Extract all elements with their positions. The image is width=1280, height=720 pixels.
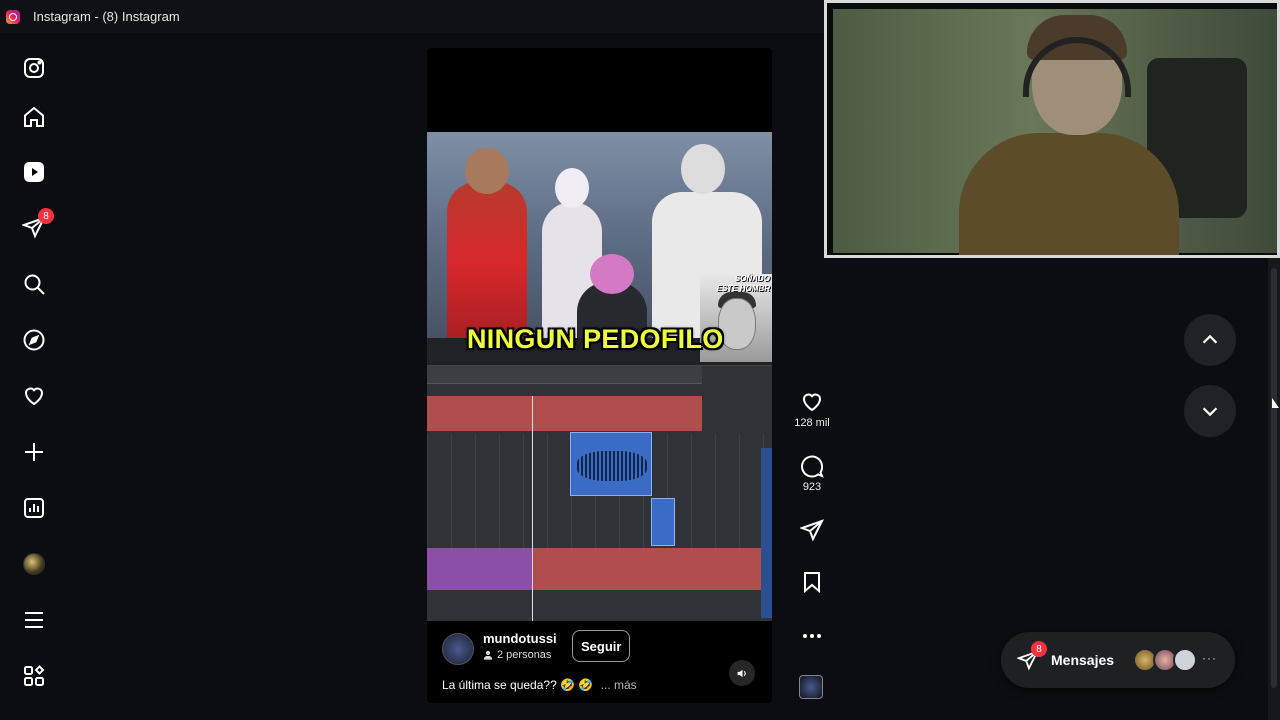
caption-more-link[interactable]: ... más [601, 678, 637, 692]
like-action[interactable]: 128 mil [790, 390, 834, 429]
search-icon[interactable] [20, 270, 48, 298]
paper-plane-icon [800, 519, 824, 542]
daw-track [427, 396, 702, 431]
heart-icon[interactable] [20, 382, 48, 410]
daw-ruler [427, 366, 702, 384]
inset-label-line2: ESTE HOMBR [716, 284, 770, 293]
share-action[interactable] [790, 518, 834, 542]
reels-icon[interactable] [20, 158, 48, 186]
daw-playhead [532, 396, 533, 621]
instagram-icon [6, 9, 20, 24]
follow-button[interactable]: Seguir [572, 630, 631, 662]
inset-label: SOÑADO ESTE HOMBR [717, 274, 770, 294]
plus-icon[interactable] [20, 438, 48, 466]
daw-track [427, 548, 533, 590]
chevron-up-icon [1202, 334, 1218, 344]
reel-caption: La última se queda?? 🤣 🤣 ... más [442, 678, 637, 692]
sidebar: 8 [0, 33, 68, 720]
avatar [23, 553, 45, 575]
messages-badge: 8 [38, 208, 54, 224]
webcam-overlay [824, 0, 1280, 258]
messages-avatars [1133, 648, 1197, 672]
more-options-action[interactable] [790, 624, 834, 648]
compass-icon[interactable] [20, 326, 48, 354]
author-people: 2 personas [497, 649, 552, 661]
webcam-streamer-body [959, 133, 1179, 255]
messages-pill[interactable]: 8 Mensajes ··· [1001, 632, 1235, 688]
comment-count: 923 [802, 481, 822, 493]
home-icon[interactable] [20, 103, 48, 131]
author-username[interactable]: mundotussi [483, 631, 557, 646]
heart-icon [802, 393, 822, 412]
previous-reel-button[interactable] [1184, 314, 1236, 366]
window-title: Instagram - (8) Instagram [33, 9, 180, 24]
more-dots-icon [803, 634, 821, 638]
messages-pill-label: Mensajes [1051, 652, 1115, 668]
video-person-head [465, 148, 509, 194]
video-person-head [590, 254, 634, 294]
mouse-cursor-icon [1272, 398, 1279, 408]
sound-toggle-button[interactable] [729, 660, 755, 686]
reel-daw-screen [427, 338, 772, 621]
bookmark-icon [804, 572, 820, 594]
menu-icon[interactable] [20, 606, 48, 634]
inset-label-line1: SOÑADO [734, 274, 770, 283]
daw-track [533, 548, 763, 590]
author-avatar[interactable] [442, 633, 474, 665]
page-scrollbar[interactable] [1268, 258, 1280, 720]
daw-audio-clip [570, 432, 652, 496]
messages-icon-wrapper: 8 [1016, 641, 1047, 671]
chevron-down-icon [1202, 407, 1218, 417]
daw-audio-clip [651, 498, 675, 546]
reel-player[interactable]: SOÑADO ESTE HOMBR NINGUN PEDOFILO mundot… [427, 48, 772, 703]
daw-track-strip [761, 448, 772, 618]
comment-icon [801, 455, 824, 478]
author-meta: 2 personas [483, 649, 551, 661]
profile-avatar[interactable] [20, 550, 48, 578]
chart-icon[interactable] [20, 494, 48, 522]
save-action[interactable] [790, 570, 834, 594]
sidebar-item-messages[interactable]: 8 [20, 208, 54, 241]
video-person-head [555, 168, 589, 208]
next-reel-button[interactable] [1184, 385, 1236, 437]
like-count: 128 mil [794, 417, 830, 429]
messages-pill-badge: 8 [1031, 641, 1047, 657]
avatar [1173, 648, 1197, 672]
speaker-icon [737, 669, 746, 677]
reel-footer: mundotussi 2 personas Seguir La última s… [427, 621, 772, 703]
audio-thumbnail[interactable] [799, 675, 823, 699]
instagram-logo-icon[interactable] [20, 54, 48, 82]
video-person-head [681, 144, 725, 194]
grid-icon[interactable] [20, 662, 48, 690]
reel-letterbox [427, 48, 772, 132]
waveform [577, 451, 647, 481]
person-icon [483, 650, 493, 660]
comment-action[interactable]: 923 [790, 454, 834, 493]
more-dots-icon: ··· [1202, 651, 1217, 665]
scrollbar-thumb[interactable] [1271, 268, 1277, 688]
reel-overlay-text: NINGUN PEDOFILO [467, 324, 724, 354]
reel-caption-text: La última se queda?? 🤣 🤣 [442, 678, 594, 692]
